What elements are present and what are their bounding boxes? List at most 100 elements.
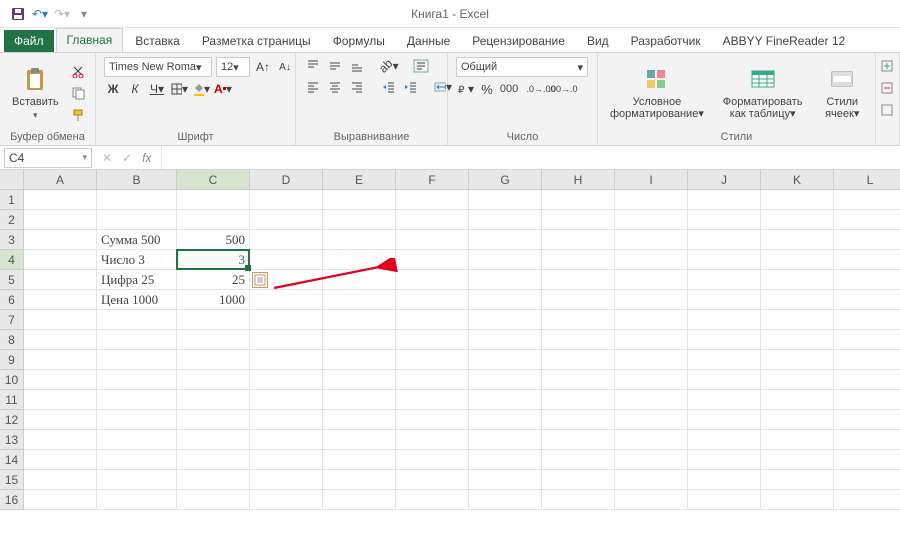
cell-A11[interactable] <box>24 390 97 410</box>
cell-L14[interactable] <box>834 450 900 470</box>
cell-C9[interactable] <box>177 350 250 370</box>
cell-K12[interactable] <box>761 410 834 430</box>
cell-G3[interactable] <box>469 230 542 250</box>
cell-D4[interactable] <box>250 250 323 270</box>
cell-G6[interactable] <box>469 290 542 310</box>
accounting-format-button[interactable]: ₽▾ <box>456 80 474 98</box>
fx-button[interactable]: fx <box>142 151 151 165</box>
cell-K16[interactable] <box>761 490 834 510</box>
cell-C10[interactable] <box>177 370 250 390</box>
cell-E16[interactable] <box>323 490 396 510</box>
cell-A5[interactable] <box>24 270 97 290</box>
cell-K8[interactable] <box>761 330 834 350</box>
cell-K11[interactable] <box>761 390 834 410</box>
cell-C12[interactable] <box>177 410 250 430</box>
cell-I12[interactable] <box>615 410 688 430</box>
cell-E10[interactable] <box>323 370 396 390</box>
cell-F12[interactable] <box>396 410 469 430</box>
tab-review[interactable]: Рецензирование <box>462 30 575 52</box>
save-icon[interactable] <box>10 6 26 22</box>
cell-K9[interactable] <box>761 350 834 370</box>
cell-I16[interactable] <box>615 490 688 510</box>
wrap-text-button[interactable] <box>412 57 430 75</box>
tab-insert[interactable]: Вставка <box>125 30 190 52</box>
cell-styles-button[interactable]: Стили ячеек▾ <box>817 64 867 122</box>
row-header-14[interactable]: 14 <box>0 450 24 470</box>
cell-G13[interactable] <box>469 430 542 450</box>
font-name-combo[interactable]: Times New Roma ▾ <box>104 57 212 77</box>
border-button[interactable]: ▾ <box>170 80 188 98</box>
col-header-I[interactable]: I <box>615 170 688 190</box>
cell-E6[interactable] <box>323 290 396 310</box>
cell-B7[interactable] <box>97 310 177 330</box>
col-header-B[interactable]: B <box>97 170 177 190</box>
cell-L10[interactable] <box>834 370 900 390</box>
cell-C6[interactable]: 1000 <box>177 290 250 310</box>
cell-I9[interactable] <box>615 350 688 370</box>
cell-L16[interactable] <box>834 490 900 510</box>
align-center-button[interactable] <box>326 78 344 96</box>
cell-K5[interactable] <box>761 270 834 290</box>
align-left-button[interactable] <box>304 78 322 96</box>
cell-B10[interactable] <box>97 370 177 390</box>
cell-A15[interactable] <box>24 470 97 490</box>
cell-B15[interactable] <box>97 470 177 490</box>
cell-I4[interactable] <box>615 250 688 270</box>
cell-B13[interactable] <box>97 430 177 450</box>
cell-A8[interactable] <box>24 330 97 350</box>
cell-F11[interactable] <box>396 390 469 410</box>
cell-H1[interactable] <box>542 190 615 210</box>
cancel-formula-button[interactable]: ✕ <box>102 151 112 165</box>
cell-G14[interactable] <box>469 450 542 470</box>
cell-D7[interactable] <box>250 310 323 330</box>
cell-L13[interactable] <box>834 430 900 450</box>
cell-J7[interactable] <box>688 310 761 330</box>
row-header-5[interactable]: 5 <box>0 270 24 290</box>
bold-button[interactable]: Ж <box>104 80 122 98</box>
row-header-9[interactable]: 9 <box>0 350 24 370</box>
cell-H4[interactable] <box>542 250 615 270</box>
cell-A9[interactable] <box>24 350 97 370</box>
row-header-10[interactable]: 10 <box>0 370 24 390</box>
cell-H15[interactable] <box>542 470 615 490</box>
cell-J1[interactable] <box>688 190 761 210</box>
cell-E13[interactable] <box>323 430 396 450</box>
cell-A10[interactable] <box>24 370 97 390</box>
increase-decimal-button[interactable]: .0→.00 <box>532 80 550 98</box>
cell-A12[interactable] <box>24 410 97 430</box>
cell-J4[interactable] <box>688 250 761 270</box>
cell-C14[interactable] <box>177 450 250 470</box>
cell-F15[interactable] <box>396 470 469 490</box>
paste-options-tag[interactable] <box>252 272 268 288</box>
cell-B6[interactable]: Цена 1000 <box>97 290 177 310</box>
cell-L8[interactable] <box>834 330 900 350</box>
cell-E2[interactable] <box>323 210 396 230</box>
cell-A1[interactable] <box>24 190 97 210</box>
cell-I1[interactable] <box>615 190 688 210</box>
row-header-11[interactable]: 11 <box>0 390 24 410</box>
cell-G9[interactable] <box>469 350 542 370</box>
enter-formula-button[interactable]: ✓ <box>122 151 132 165</box>
cell-D12[interactable] <box>250 410 323 430</box>
cell-C7[interactable] <box>177 310 250 330</box>
cell-G12[interactable] <box>469 410 542 430</box>
cell-J8[interactable] <box>688 330 761 350</box>
cell-F6[interactable] <box>396 290 469 310</box>
cell-B4[interactable]: Число 3 <box>97 250 177 270</box>
cell-D13[interactable] <box>250 430 323 450</box>
cell-F1[interactable] <box>396 190 469 210</box>
cell-J2[interactable] <box>688 210 761 230</box>
cell-D10[interactable] <box>250 370 323 390</box>
fill-color-button[interactable]: ▾ <box>192 80 210 98</box>
cell-L7[interactable] <box>834 310 900 330</box>
row-header-3[interactable]: 3 <box>0 230 24 250</box>
delete-cells-button[interactable] <box>878 79 896 97</box>
cell-E3[interactable] <box>323 230 396 250</box>
cell-I13[interactable] <box>615 430 688 450</box>
cell-D11[interactable] <box>250 390 323 410</box>
cell-B2[interactable] <box>97 210 177 230</box>
cell-H2[interactable] <box>542 210 615 230</box>
cell-I14[interactable] <box>615 450 688 470</box>
format-as-table-button[interactable]: Форматировать как таблицу▾ <box>714 64 812 122</box>
format-painter-button[interactable] <box>69 106 87 124</box>
